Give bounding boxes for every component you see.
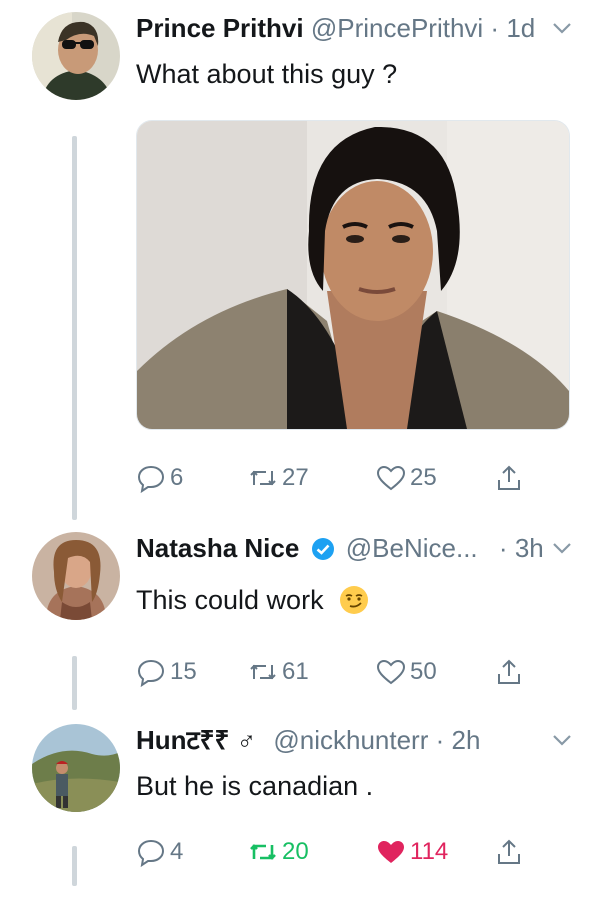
- display-name[interactable]: Hunट₹₹ ♂: [136, 725, 256, 755]
- separator-dot: ·: [490, 13, 500, 43]
- reply-count: 4: [170, 838, 184, 865]
- user-handle[interactable]: @nickhunterr: [273, 725, 428, 755]
- tweet-3: Hunट₹₹ ♂ @nickhunterr · 2h But he is can…: [0, 712, 600, 900]
- share-icon: [498, 465, 520, 490]
- retweet-button-active[interactable]: 20: [248, 832, 309, 872]
- reply-icon: [137, 659, 165, 687]
- avatar-natasha-nice[interactable]: [32, 532, 120, 620]
- thread-line: [72, 656, 77, 710]
- reply-button[interactable]: 4: [136, 832, 183, 872]
- like-count: 114: [410, 838, 449, 865]
- thread-line: [72, 136, 77, 520]
- heart-icon: [376, 465, 406, 491]
- like-count: 50: [410, 658, 437, 685]
- chevron-down-icon[interactable]: [550, 720, 574, 760]
- user-handle[interactable]: @PrincePrithvi: [311, 13, 483, 43]
- chevron-down-icon[interactable]: [550, 8, 574, 48]
- chevron-down-icon[interactable]: [550, 528, 574, 568]
- retweet-button[interactable]: 27: [248, 458, 309, 498]
- tweet-photo[interactable]: [136, 120, 570, 430]
- tweet-header: Prince Prithvi @PrincePrithvi · 1d: [136, 8, 580, 48]
- avatar-prince-prithvi[interactable]: [32, 12, 120, 100]
- retweet-count: 61: [282, 658, 309, 685]
- tweet-text-row: This could work: [136, 582, 369, 618]
- thread-line: [72, 846, 77, 886]
- separator-dot: ·: [435, 725, 445, 755]
- display-name[interactable]: Prince Prithvi: [136, 13, 304, 43]
- tweet-text: But he is canadian .: [136, 771, 374, 801]
- share-button[interactable]: [494, 458, 528, 498]
- retweet-icon: [250, 844, 276, 860]
- like-button[interactable]: 25: [376, 458, 437, 498]
- share-button[interactable]: [494, 832, 528, 872]
- share-icon: [498, 659, 520, 684]
- retweet-count: 20: [282, 838, 309, 865]
- share-icon: [498, 839, 520, 864]
- share-button[interactable]: [494, 652, 528, 692]
- heart-filled-icon: [378, 841, 404, 863]
- tweet-2: Natasha Nice @BeNice... · 3h This could …: [0, 520, 600, 710]
- tweet-header: Natasha Nice @BeNice... · 3h: [136, 528, 580, 568]
- display-name[interactable]: Natasha Nice: [136, 533, 299, 563]
- reply-count: 15: [170, 658, 197, 685]
- reply-icon: [137, 839, 165, 867]
- smirking-face-emoji-icon: [340, 586, 369, 614]
- reply-icon: [137, 465, 165, 493]
- retweet-icon: [250, 664, 276, 680]
- verified-badge-icon: [311, 538, 334, 560]
- separator-dot: ·: [498, 533, 508, 563]
- timestamp[interactable]: 3h: [515, 533, 544, 563]
- tweet-actions: 15 61 50: [136, 652, 536, 692]
- like-button[interactable]: 50: [376, 652, 437, 692]
- tweet-actions: 4 20 114: [136, 832, 536, 872]
- heart-icon: [376, 659, 406, 685]
- tweet-1: Prince Prithvi @PrincePrithvi · 1d What …: [0, 0, 600, 520]
- like-button-active[interactable]: 114: [376, 832, 448, 872]
- tweet-text: What about this guy ?: [136, 59, 398, 89]
- tweet-text: This could work: [136, 585, 324, 615]
- user-handle[interactable]: @BeNice...: [346, 533, 478, 563]
- reply-button[interactable]: 15: [136, 652, 197, 692]
- retweet-count: 27: [282, 464, 309, 491]
- retweet-button[interactable]: 61: [248, 652, 309, 692]
- reply-count: 6: [170, 464, 184, 491]
- retweet-icon: [250, 470, 276, 486]
- avatar-nickhunterr[interactable]: [32, 724, 120, 812]
- tweet-actions: 6 27 25: [136, 458, 536, 498]
- timestamp[interactable]: 2h: [452, 725, 481, 755]
- like-count: 25: [410, 464, 437, 491]
- reply-button[interactable]: 6: [136, 458, 183, 498]
- tweet-header: Hunट₹₹ ♂ @nickhunterr · 2h: [136, 720, 580, 760]
- timestamp[interactable]: 1d: [506, 13, 535, 43]
